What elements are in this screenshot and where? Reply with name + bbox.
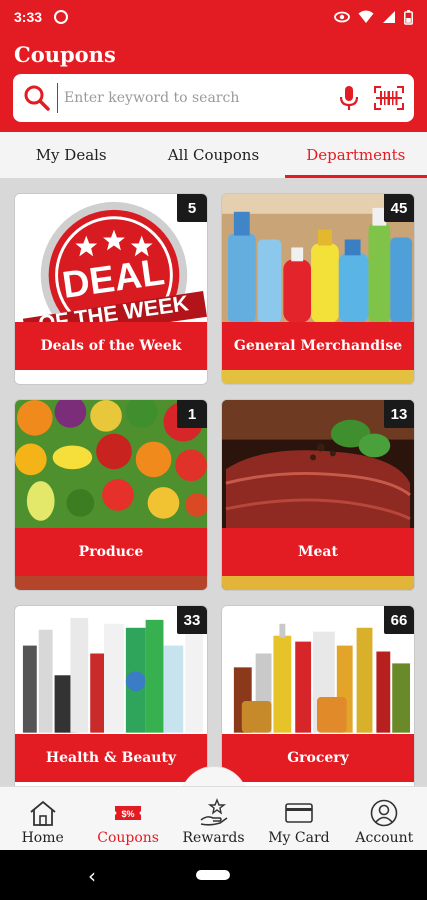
coupon-icon: $% <box>115 806 142 820</box>
tile-label: Produce <box>15 528 207 576</box>
department-tile-health-and-beauty[interactable]: 33 Health & Beauty <box>14 605 208 786</box>
rewards-icon <box>200 798 227 826</box>
nav-rewards[interactable]: Rewards <box>171 787 256 850</box>
department-tile-general-merchandise[interactable]: 45 General Merchandise <box>221 193 415 385</box>
battery-icon <box>404 9 413 25</box>
bottom-navigation: Home $% Coupons Rewards My Card Account <box>0 786 427 850</box>
tab-label: Departments <box>306 146 406 164</box>
nav-label: My Card <box>268 830 330 846</box>
tab-label: My Deals <box>35 146 107 164</box>
tab-label: All Coupons <box>167 146 260 164</box>
coupon-count-badge: 33 <box>177 606 207 634</box>
nav-label: Coupons <box>97 830 159 846</box>
system-navigation-bar: ‹ <box>0 850 427 900</box>
nav-coupons[interactable]: $% Coupons <box>85 787 170 850</box>
coupon-count-badge: 1 <box>177 400 207 428</box>
tile-label: Grocery <box>222 734 414 782</box>
tab-all-coupons[interactable]: All Coupons <box>142 132 284 178</box>
barcode-scan-icon[interactable] <box>374 86 404 110</box>
visibility-icon <box>334 11 350 23</box>
tile-label: Deals of the Week <box>15 322 207 370</box>
tile-label: Health & Beauty <box>15 734 207 782</box>
coupon-icon-text: $% <box>122 809 135 819</box>
coupon-count-badge: 5 <box>177 194 207 222</box>
notification-icon <box>54 10 69 24</box>
tab-my-deals[interactable]: My Deals <box>0 132 142 178</box>
home-icon <box>30 800 56 826</box>
page-title: Coupons <box>14 42 116 67</box>
nav-label: Account <box>355 830 414 846</box>
nav-home[interactable]: Home <box>0 787 85 850</box>
account-icon <box>371 799 398 827</box>
status-time: 3:33 <box>14 9 43 25</box>
tile-label: General Merchandise <box>222 322 414 370</box>
nav-account[interactable]: Account <box>342 787 427 850</box>
nav-label: Home <box>21 830 64 846</box>
coupon-count-badge: 45 <box>384 194 414 222</box>
department-tile-produce[interactable]: 1 Produce <box>14 399 208 591</box>
microphone-icon[interactable] <box>338 84 360 112</box>
home-pill-icon[interactable] <box>196 870 230 880</box>
wifi-icon <box>358 10 374 23</box>
tile-label: Meat <box>222 528 414 576</box>
nav-my-card[interactable]: My Card <box>256 787 341 850</box>
department-tile-deals-of-the-week[interactable]: DEAL OF THE WEEK 5 Deals of the Week <box>14 193 208 385</box>
department-tabs: My Deals All Coupons Departments <box>0 132 427 178</box>
search-bar <box>13 74 414 122</box>
search-icon[interactable] <box>23 84 51 112</box>
tab-departments[interactable]: Departments <box>284 132 427 178</box>
card-icon <box>285 803 313 823</box>
coupon-count-badge: 66 <box>384 606 414 634</box>
coupon-count-badge: 13 <box>384 400 414 428</box>
status-bar: 3:33 <box>0 0 427 34</box>
app-header: Coupons <box>0 34 427 132</box>
search-input[interactable] <box>57 83 338 113</box>
signal-icon <box>383 11 395 23</box>
department-tile-meat[interactable]: 13 Meat <box>221 399 415 591</box>
back-icon[interactable]: ‹ <box>88 864 96 888</box>
department-grid: DEAL OF THE WEEK 5 Deals of the Week 45 … <box>0 178 427 786</box>
nav-label: Rewards <box>182 830 245 846</box>
department-tile-grocery[interactable]: 66 Grocery <box>221 605 415 786</box>
